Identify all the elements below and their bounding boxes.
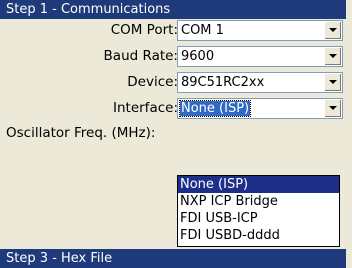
interface-dropdown-button[interactable] — [324, 100, 341, 117]
com-port-label: COM Port: — [110, 22, 178, 38]
chevron-down-icon — [329, 28, 337, 32]
com-port-value: COM 1 — [181, 23, 224, 38]
step1-header: Step 1 - Communications — [0, 0, 346, 19]
chevron-down-icon — [329, 106, 337, 110]
com-port-dropdown-button[interactable] — [324, 22, 341, 39]
chevron-down-icon — [329, 54, 337, 58]
chevron-down-icon — [329, 80, 337, 84]
interface-select[interactable]: None (ISP) — [177, 98, 343, 119]
com-port-select[interactable]: COM 1 — [177, 20, 343, 41]
interface-dropdown-list: None (ISP) NXP ICP Bridge FDI USB-ICP FD… — [177, 175, 340, 247]
communications-panel: Step 1 - Communications COM Port: COM 1 … — [0, 0, 352, 268]
interface-option[interactable]: None (ISP) — [178, 176, 339, 193]
interface-label: Interface: — [113, 100, 178, 116]
baud-rate-label: Baud Rate: — [103, 48, 178, 64]
step3-header: Step 3 - Hex File — [0, 249, 346, 268]
baud-rate-value: 9600 — [181, 49, 215, 64]
interface-value: None (ISP) — [178, 100, 252, 117]
device-value: 89C51RC2xx — [181, 75, 265, 90]
device-label: Device: — [127, 74, 178, 90]
baud-rate-dropdown-button[interactable] — [324, 48, 341, 65]
baud-rate-select[interactable]: 9600 — [177, 46, 343, 67]
interface-option[interactable]: FDI USB-ICP — [178, 210, 339, 227]
interface-option[interactable]: FDI USBD-dddd — [178, 227, 339, 244]
interface-option[interactable]: NXP ICP Bridge — [178, 193, 339, 210]
device-select[interactable]: 89C51RC2xx — [177, 72, 343, 93]
device-dropdown-button[interactable] — [324, 74, 341, 91]
oscillator-freq-label: Oscillator Freq. (MHz): — [6, 125, 156, 141]
